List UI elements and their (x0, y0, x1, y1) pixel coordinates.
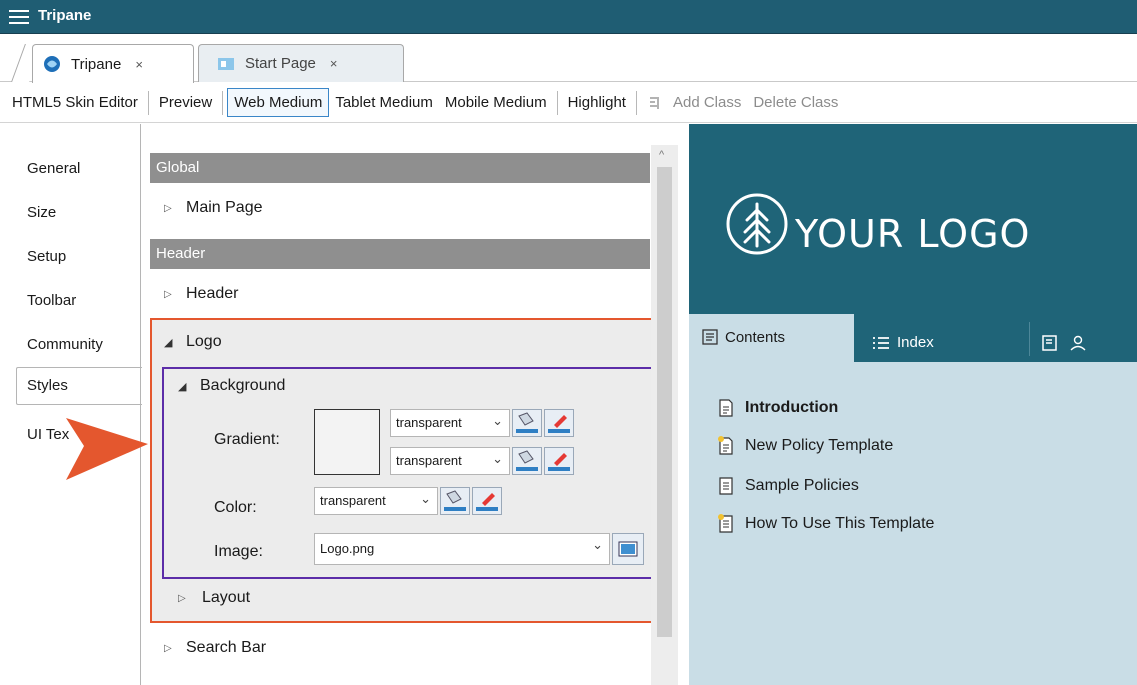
toc-label: How To Use This Template (745, 515, 935, 532)
left-navigation: General Size Setup Toolbar Community Sty… (0, 124, 142, 685)
tree-item-main-page[interactable]: ▷ Main Page (164, 199, 263, 217)
toc-item-introduction[interactable]: Introduction (717, 398, 838, 418)
add-class-icon (649, 96, 659, 109)
toc-item-sample-policies[interactable]: Sample Policies (717, 476, 859, 496)
nav-divider (140, 124, 141, 685)
toc-label: Sample Policies (745, 477, 859, 494)
preview-button[interactable]: Preview (153, 89, 218, 116)
callout-arrow-icon (66, 418, 148, 480)
tab-start-page[interactable]: Start Page × (198, 44, 404, 82)
title-bar: Tripane (0, 0, 1137, 34)
preview-tab-contents[interactable]: Contents (701, 328, 785, 346)
toc-item-new-policy-template[interactable]: New Policy Template (717, 436, 893, 456)
tab-divider (1029, 322, 1030, 356)
skin-editor-toolbar: HTML5 Skin Editor Preview Web Medium Tab… (0, 83, 1137, 123)
nav-item-setup[interactable]: Setup (27, 248, 66, 265)
tree-item-label: Search Bar (186, 639, 267, 656)
community-icon[interactable] (1069, 334, 1087, 352)
delete-class-button[interactable]: Delete Class (747, 89, 844, 116)
topic-new-icon (718, 514, 733, 533)
hamburger-menu-icon[interactable] (9, 10, 29, 24)
nav-item-toolbar[interactable]: Toolbar (27, 292, 76, 309)
tab-label: Index (897, 334, 934, 351)
tree-item-search-bar[interactable]: ▷ Search Bar (164, 639, 266, 657)
html5-skin-editor-button[interactable]: HTML5 Skin Editor (6, 89, 144, 116)
toolbar-separator (556, 90, 558, 115)
index-list-icon (873, 336, 889, 349)
topic-new-icon (718, 436, 733, 455)
background-highlight-box (162, 367, 655, 579)
vertical-scrollbar[interactable]: ^ (651, 145, 678, 685)
tablet-medium-button[interactable]: Tablet Medium (329, 89, 439, 116)
scrollbar-thumb[interactable] (657, 167, 672, 637)
tree-logo-icon (726, 193, 788, 255)
nav-item-styles[interactable]: Styles (16, 367, 142, 405)
close-icon[interactable]: × (135, 57, 143, 72)
toolbar-separator (147, 90, 149, 115)
section-header-header: Header (150, 239, 650, 269)
tab-label: Contents (725, 328, 786, 346)
tree-item-label: Header (186, 285, 239, 302)
expand-arrow-icon[interactable]: ▷ (164, 289, 186, 300)
topic-icon (719, 399, 733, 417)
toc-label: New Policy Template (745, 437, 894, 454)
nav-item-ui-text[interactable]: UI Tex (27, 426, 69, 443)
contents-icon (702, 329, 718, 345)
tab-label: Start Page (245, 55, 316, 72)
nav-item-community[interactable]: Community (27, 336, 103, 353)
section-header-global: Global (150, 153, 650, 183)
toc-label: Introduction (745, 399, 839, 416)
tree-item-label: Main Page (186, 199, 263, 216)
toolbar-separator (635, 90, 637, 115)
document-tab-strip: Tripane × Start Page × (0, 34, 1137, 83)
logo-text: YOUR LOGO (795, 212, 1031, 256)
glossary-icon[interactable] (1041, 334, 1059, 352)
tripane-skin-icon (44, 56, 60, 72)
toolbar-separator (222, 90, 224, 115)
start-page-icon (218, 57, 234, 70)
web-medium-button[interactable]: Web Medium (227, 88, 330, 117)
expand-arrow-icon[interactable]: ▷ (164, 643, 186, 654)
close-icon[interactable]: × (330, 56, 338, 71)
mobile-medium-button[interactable]: Mobile Medium (439, 89, 553, 116)
skin-preview-pane: YOUR LOGO Contents Index Introduction Ne… (689, 124, 1137, 685)
nav-item-general[interactable]: General (27, 160, 80, 177)
topic-icon (719, 477, 733, 495)
tab-tripane[interactable]: Tripane × (32, 44, 194, 83)
highlight-button[interactable]: Highlight (562, 89, 632, 116)
expand-arrow-icon[interactable]: ▷ (164, 203, 186, 214)
tab-label: Tripane (71, 55, 122, 73)
tree-item-header[interactable]: ▷ Header (164, 285, 238, 303)
scroll-up-icon[interactable]: ^ (659, 149, 664, 161)
nav-item-size[interactable]: Size (27, 204, 56, 221)
toc-item-how-to-use[interactable]: How To Use This Template (717, 514, 934, 534)
window-title: Tripane (38, 7, 92, 24)
preview-tab-index[interactable]: Index (871, 334, 934, 351)
add-class-button[interactable]: Add Class (667, 89, 747, 116)
styles-tree-panel: Global ▷ Main Page Header ▷ Header ◢ Log… (150, 145, 678, 685)
